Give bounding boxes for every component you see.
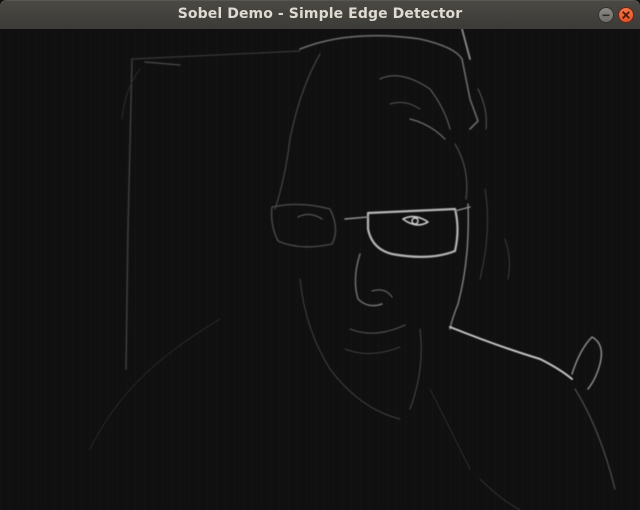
close-button[interactable]	[618, 7, 634, 23]
edge-detection-view	[0, 29, 640, 510]
edge-image	[89, 29, 616, 510]
window-title: Sobel Demo - Simple Edge Detector	[177, 6, 463, 22]
app-window: Sobel Demo - Simple Edge Detector	[0, 0, 640, 510]
title-bar[interactable]: Sobel Demo - Simple Edge Detector	[0, 0, 640, 29]
minimize-icon	[602, 14, 610, 17]
close-icon	[622, 11, 630, 19]
minimize-button[interactable]	[598, 7, 614, 23]
